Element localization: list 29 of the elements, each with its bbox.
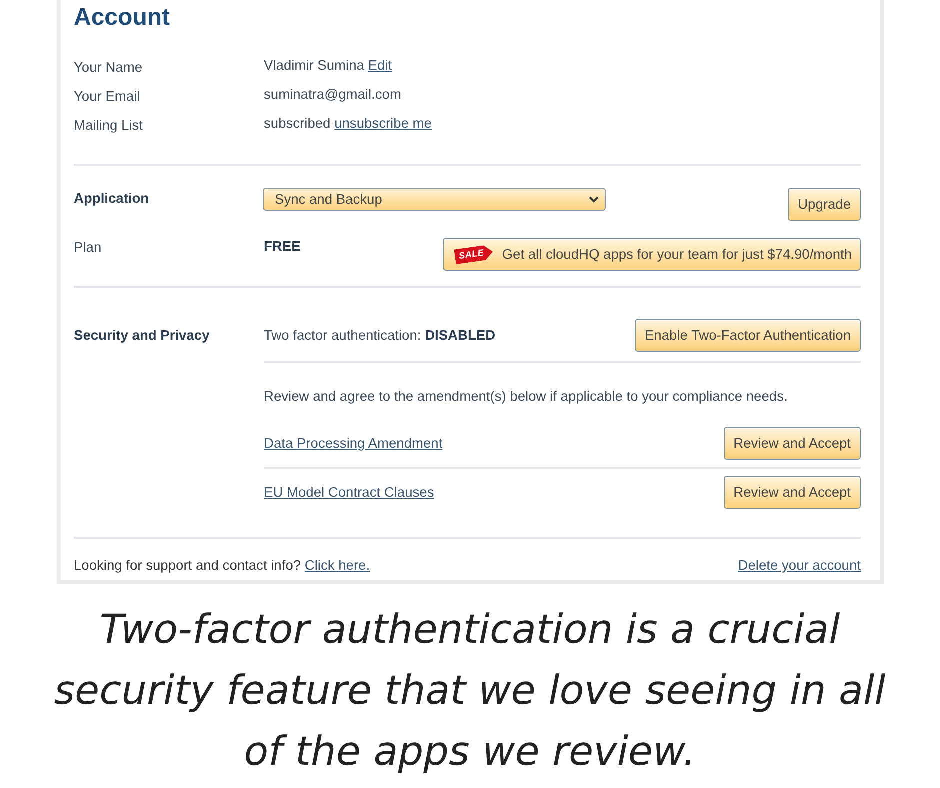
enable-two-factor-button[interactable]: Enable Two-Factor Authentication [634, 319, 861, 352]
review-accept-button[interactable]: Review and Accept [724, 476, 861, 509]
click-here-link[interactable]: Click here. [304, 558, 370, 573]
promo-button[interactable]: SALE Get all cloudHQ apps for your team for just $74.90/month [443, 238, 861, 271]
amendment-link[interactable]: EU Model Contract Clauses [264, 484, 434, 502]
text-link[interactable]: unsubscribe me [334, 116, 432, 131]
section-label: Application [74, 190, 150, 208]
section-label: Security and Privacy [74, 326, 211, 344]
field-label: Your Email [74, 88, 142, 106]
field-label: Plan [74, 239, 103, 257]
upgrade-button[interactable]: Upgrade [788, 188, 861, 221]
text-link[interactable]: Edit [368, 58, 392, 73]
compliance-note: Review and agree to the amendment(s) below if applicable to your compliance needs. [264, 388, 789, 406]
delete-account-link[interactable]: Delete your account [738, 557, 861, 575]
caption-text: Two-factor authentication is a crucial security feature that we love seeing in all of the apps we review. [53, 606, 887, 777]
field-value: Vladimir Sumina [264, 58, 364, 73]
account-heading: Account [74, 4, 171, 32]
field-label: Your Name [74, 58, 144, 76]
field-label: Mailing List [74, 116, 144, 134]
plan-value: FREE [264, 238, 301, 256]
two-factor-status: Two factor authentication: DISABLED [264, 326, 496, 344]
field-value: suminatra@gmail.com [264, 87, 402, 102]
support-text: Looking for support and contact info? Click here. [74, 557, 370, 575]
application-select[interactable]: Sync and Backup [263, 188, 606, 211]
field-value: subscribed [264, 116, 331, 131]
amendment-link[interactable]: Data Processing Amendment [264, 434, 443, 452]
chevron-down-icon [589, 196, 599, 203]
review-accept-button[interactable]: Review and Accept [724, 427, 861, 460]
sale-tag: SALE [454, 244, 494, 265]
